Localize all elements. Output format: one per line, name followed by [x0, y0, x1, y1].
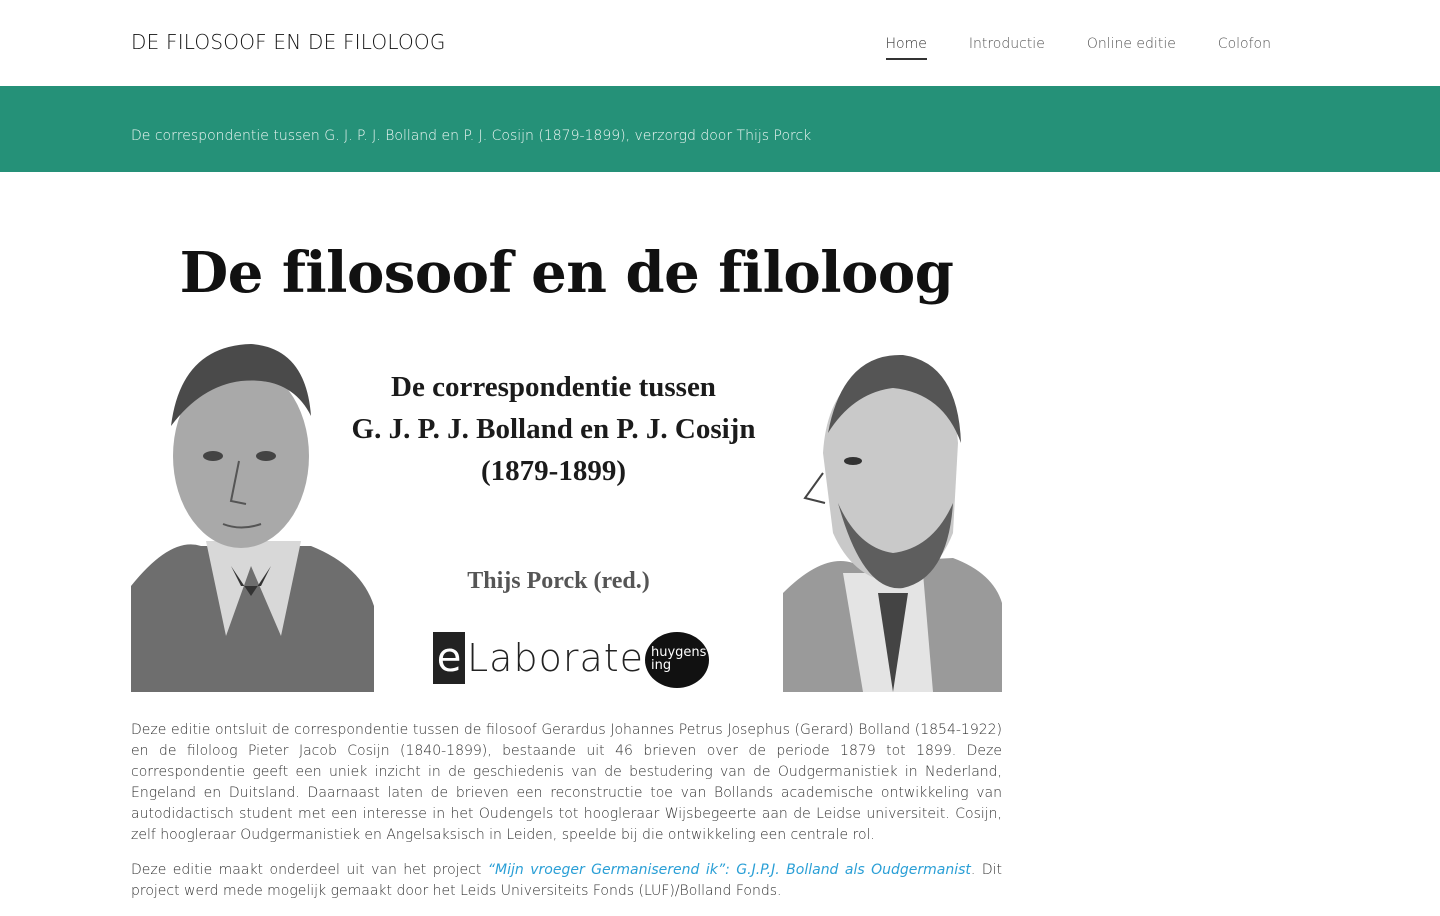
elaborate-logo: e Laborate	[433, 632, 644, 684]
elaborate-logo-text: Laborate	[467, 636, 645, 680]
project-link[interactable]: “Mijn vroeger Germaniserend ik”: G.J.P.J…	[488, 862, 971, 878]
intro-text: Deze editie ontsluit de correspondentie …	[131, 720, 1002, 902]
huygens-ing-logo: huygens ing	[645, 632, 709, 688]
intro-paragraph-1: Deze editie ontsluit de correspondentie …	[131, 722, 1002, 843]
intro-paragraph-2: Deze editie maakt onderdeel uit van het …	[131, 860, 1002, 902]
cover-subtitle-line2: G. J. P. J. Bolland en P. J. Cosijn	[351, 413, 756, 445]
nav-introductie[interactable]: Introductie	[969, 36, 1045, 60]
main-content: De filosoof en de filoloog De correspond…	[131, 228, 1002, 916]
nav-online-editie[interactable]: Online editie	[1087, 36, 1176, 60]
nav-colofon[interactable]: Colofon	[1218, 36, 1271, 60]
cover-subtitle-line1: De correspondentie tussen	[391, 371, 716, 403]
huygens-logo-line2: ing	[651, 658, 672, 673]
cover-image: De filosoof en de filoloog De correspond…	[131, 228, 1002, 692]
site-title[interactable]: DE FILOSOOF EN DE FILOLOOG	[131, 30, 446, 54]
para2-text-before: Deze editie maakt onderdeel uit van het …	[131, 862, 488, 878]
cover-subtitle-line3: (1879-1899)	[481, 455, 626, 487]
main-nav: Home Introductie Online editie Colofon	[885, 36, 1271, 60]
banner-text: De correspondentie tussen G. J. P. J. Bo…	[131, 128, 812, 144]
cover-title: De filosoof en de filoloog	[179, 240, 954, 306]
nav-home[interactable]: Home	[885, 36, 927, 60]
cover-subtitle: De correspondentie tussen G. J. P. J. Bo…	[331, 366, 776, 492]
top-header: DE FILOSOOF EN DE FILOLOOG Home Introduc…	[0, 0, 1440, 86]
subtitle-banner: De correspondentie tussen G. J. P. J. Bo…	[0, 86, 1440, 172]
elaborate-logo-e: e	[433, 632, 465, 684]
cover-editor: Thijs Porck (red.)	[467, 568, 650, 594]
portrait-cosijn	[783, 333, 1002, 692]
